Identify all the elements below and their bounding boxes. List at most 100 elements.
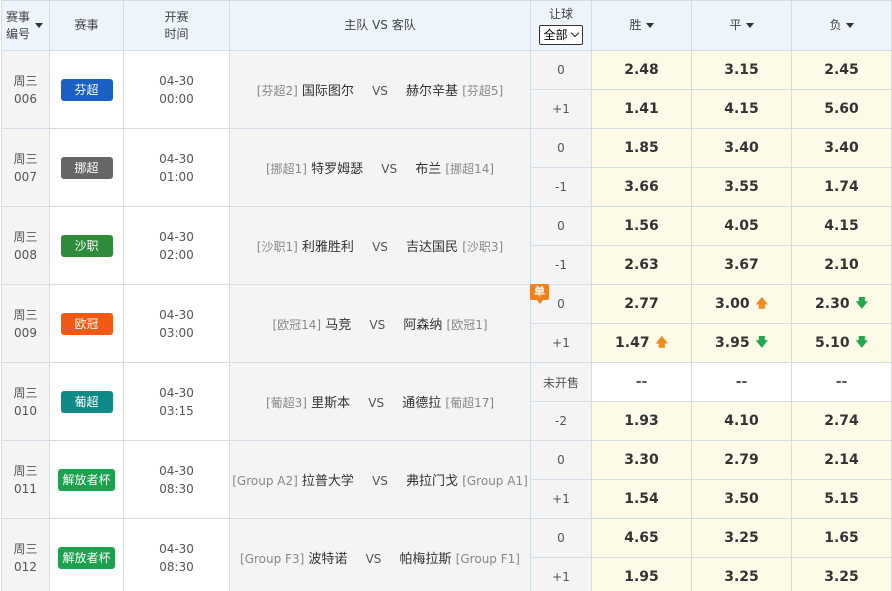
start-time: 04-30 02:00: [123, 206, 230, 285]
odds-draw-cell[interactable]: 3.55: [691, 167, 792, 207]
handicap-filter-select[interactable]: 全部: [539, 25, 583, 45]
away-team[interactable]: 赫尔辛基: [406, 84, 458, 99]
away-team[interactable]: 帕梅拉斯: [400, 552, 452, 567]
odds-lose-cell[interactable]: 3.40: [791, 128, 892, 168]
odds-lose-cell[interactable]: 1.65: [791, 518, 892, 558]
odds-win-cell[interactable]: 2.77: [591, 284, 692, 324]
header-win-label: 胜: [629, 18, 642, 32]
odds-draw-cell[interactable]: 3.40: [691, 128, 792, 168]
home-team[interactable]: 特罗姆瑟: [311, 162, 363, 177]
start-time: 04-30 08:30: [123, 440, 230, 519]
away-team[interactable]: 弗拉门戈: [406, 474, 458, 489]
odds-win-value: 1.95: [624, 569, 659, 585]
odds-win-cell[interactable]: 1.85: [591, 128, 692, 168]
odds-draw-cell[interactable]: 3.50: [691, 479, 792, 519]
odds-lose-cell[interactable]: 5.10 🡇: [791, 323, 892, 363]
away-team[interactable]: 通德拉: [402, 396, 441, 411]
odds-win-value: 1.47: [615, 334, 650, 351]
handicap-value-cell: 未开售: [530, 362, 592, 402]
odds-lose-cell[interactable]: 2.45: [791, 50, 892, 90]
league-cell: 沙职: [49, 206, 124, 285]
handicap-value: -1: [555, 180, 567, 194]
odds-win-cell[interactable]: 1.47 🡅: [591, 323, 692, 363]
match-day: 周三: [13, 463, 38, 478]
odds-draw-cell[interactable]: 2.79: [691, 440, 792, 480]
away-team[interactable]: 布兰: [415, 162, 441, 177]
odds-win-cell[interactable]: 1.41: [591, 89, 692, 129]
handicap-value-cell: -2: [530, 401, 592, 441]
odds-lose-cell[interactable]: 4.15: [791, 206, 892, 246]
odds-lose-cell[interactable]: 2.10: [791, 245, 892, 285]
odds-draw-cell[interactable]: 3.15: [691, 50, 792, 90]
league-badge[interactable]: 沙职: [60, 234, 113, 257]
table-body: 周三 006 芬超 04-30 00:00 [芬超2] 国际图尔 VS 赫尔辛基…: [1, 50, 892, 591]
match-day: 周三: [13, 307, 38, 322]
odds-lose-cell[interactable]: 3.25: [791, 557, 892, 591]
league-badge[interactable]: 芬超: [60, 78, 113, 101]
home-team[interactable]: 里斯本: [311, 396, 350, 411]
odds-draw-cell[interactable]: 4.05: [691, 206, 792, 246]
away-team[interactable]: 阿森纳: [403, 318, 442, 333]
odds-win-cell[interactable]: 3.30: [591, 440, 692, 480]
odds-lose-cell[interactable]: 5.60: [791, 89, 892, 129]
odds-win-cell[interactable]: 2.63: [591, 245, 692, 285]
home-team[interactable]: 马竞: [325, 318, 351, 333]
start-time: 04-30 03:00: [123, 284, 230, 363]
league-badge[interactable]: 解放者杯: [58, 546, 115, 569]
odds-win-cell[interactable]: 4.65: [591, 518, 692, 558]
header-match-number[interactable]: 赛事编号: [1, 0, 50, 51]
league-badge[interactable]: 挪超: [60, 156, 113, 179]
handicap-value: 0: [557, 63, 565, 77]
header-lose[interactable]: 负: [791, 0, 892, 51]
vs-label: VS: [372, 474, 388, 488]
odds-lose-cell[interactable]: 2.14: [791, 440, 892, 480]
arrow-down-icon: 🡇: [755, 334, 768, 349]
odds-draw-cell[interactable]: 3.25: [691, 518, 792, 558]
home-team[interactable]: 波特诺: [308, 552, 347, 567]
odds-table: 赛事编号 赛事 开赛时间 主队 VS 客队 让球 全部 胜 平 负 周三 006…: [1, 0, 892, 591]
home-rank-tag: [挪超1]: [265, 162, 307, 176]
odds-win-cell[interactable]: 2.48: [591, 50, 692, 90]
home-rank-tag: [葡超3]: [265, 396, 307, 410]
vs-label: VS: [368, 396, 385, 410]
home-team[interactable]: 国际图尔: [302, 84, 354, 99]
odds-draw-cell: --: [691, 362, 792, 402]
odds-draw-cell[interactable]: 3.00 🡅: [691, 284, 792, 324]
odds-lose-value: 3.40: [824, 140, 859, 156]
home-team[interactable]: 拉普大学: [302, 474, 354, 489]
odds-draw-cell[interactable]: 4.10: [691, 401, 792, 441]
odds-lose-cell[interactable]: 5.15: [791, 479, 892, 519]
odds-win-cell[interactable]: 3.66: [591, 167, 692, 207]
odds-draw-cell[interactable]: 3.25: [691, 557, 792, 591]
odds-win-value: 4.65: [624, 530, 659, 546]
league-badge[interactable]: 欧冠: [60, 312, 113, 335]
odds-win-value: 1.85: [624, 140, 659, 156]
odds-win-cell[interactable]: 1.54: [591, 479, 692, 519]
match-day: 周三: [13, 151, 38, 166]
odds-lose-cell[interactable]: 2.30 🡇: [791, 284, 892, 324]
odds-draw-value: 3.25: [724, 569, 759, 585]
odds-lose-cell[interactable]: 1.74: [791, 167, 892, 207]
header-win[interactable]: 胜: [591, 0, 692, 51]
odds-draw-cell[interactable]: 4.15: [691, 89, 792, 129]
handicap-value-cell: 单 0: [530, 284, 592, 324]
match-time: 02:00: [159, 247, 194, 262]
handicap-value-cell: +1: [530, 89, 592, 129]
odds-draw-value: 3.15: [724, 62, 759, 78]
odds-win-cell[interactable]: 1.93: [591, 401, 692, 441]
odds-lose-cell[interactable]: 2.74: [791, 401, 892, 441]
handicap-value: 0: [557, 531, 565, 545]
home-team[interactable]: 利雅胜利: [302, 240, 354, 255]
odds-win-cell[interactable]: 1.56: [591, 206, 692, 246]
away-team[interactable]: 吉达国民: [406, 240, 458, 255]
league-badge[interactable]: 解放者杯: [58, 468, 115, 491]
odds-draw-value: 3.95: [715, 334, 750, 351]
odds-draw-cell[interactable]: 3.67: [691, 245, 792, 285]
odds-draw-cell[interactable]: 3.95 🡇: [691, 323, 792, 363]
header-draw[interactable]: 平: [691, 0, 792, 51]
caret-down-icon: [35, 23, 43, 28]
league-badge[interactable]: 葡超: [60, 390, 113, 413]
teams-cell: [芬超2] 国际图尔 VS 赫尔辛基 [芬超5]: [229, 50, 531, 129]
teams-cell: [欧冠14] 马竞 VS 阿森纳 [欧冠1]: [229, 284, 531, 363]
odds-win-cell[interactable]: 1.95: [591, 557, 692, 591]
